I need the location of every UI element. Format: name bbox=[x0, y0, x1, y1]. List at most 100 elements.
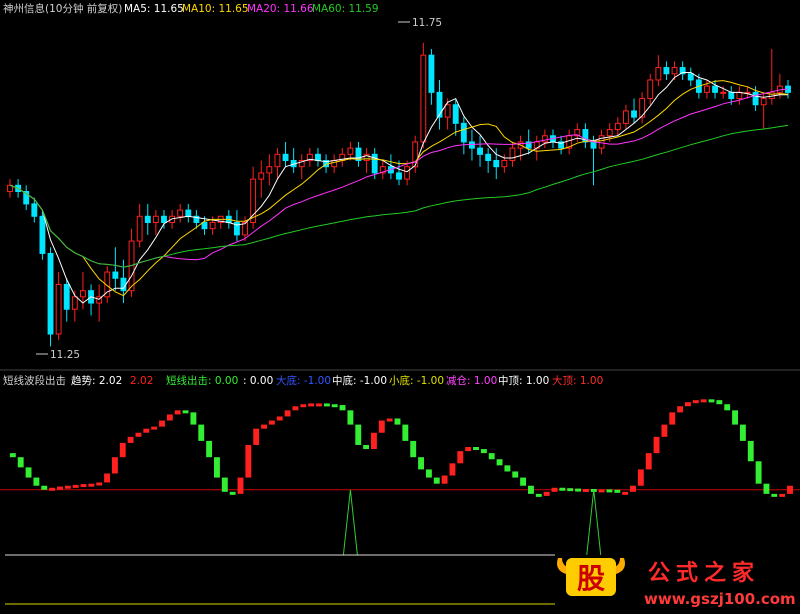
ma10-line bbox=[9, 80, 789, 297]
xiaodi-label: 小底: -1.00 bbox=[389, 374, 444, 387]
signal-bar bbox=[378, 420, 385, 433]
candle bbox=[485, 148, 492, 173]
signal-bar bbox=[49, 487, 56, 491]
candle-body bbox=[655, 67, 662, 81]
signal-bar bbox=[347, 410, 354, 425]
trend-label: 趋势: 2.02 bbox=[71, 374, 122, 387]
signal-bar bbox=[284, 410, 291, 417]
candle bbox=[136, 203, 143, 248]
candle bbox=[598, 129, 605, 155]
high-annotation-label: 11.75 bbox=[412, 17, 442, 29]
candle bbox=[541, 129, 548, 149]
candle bbox=[760, 92, 767, 130]
signal-bar bbox=[394, 418, 401, 425]
trend-value: 2.02 bbox=[130, 375, 153, 387]
signal-bar bbox=[292, 406, 299, 411]
candle bbox=[379, 160, 386, 180]
candle bbox=[736, 86, 743, 105]
signal-bar bbox=[512, 471, 519, 478]
signal-bar bbox=[724, 404, 731, 411]
candle bbox=[436, 79, 443, 130]
signal-bar bbox=[166, 414, 173, 421]
candle bbox=[663, 61, 670, 80]
candle-body bbox=[452, 104, 459, 124]
candle bbox=[47, 247, 54, 347]
signal-bar bbox=[488, 453, 495, 460]
zhongding-label: 中顶: 1.00 bbox=[498, 374, 549, 387]
jiancang-label: 减仓: 1.00 bbox=[446, 374, 497, 387]
bottom-signal-marker bbox=[586, 489, 602, 556]
signal-bar bbox=[9, 453, 16, 458]
signal-bar bbox=[261, 424, 267, 429]
ma5-label: MA5: 11.65 bbox=[124, 3, 184, 15]
candle-body bbox=[712, 85, 718, 93]
candle bbox=[525, 129, 532, 155]
candle-body bbox=[663, 67, 670, 75]
candle-body bbox=[347, 147, 354, 155]
candle bbox=[233, 210, 240, 242]
candle bbox=[331, 154, 338, 173]
signal-bar bbox=[111, 457, 118, 474]
watermark-graphic: 股 公式之家 www.gszj100.com bbox=[557, 558, 796, 608]
candle bbox=[712, 79, 718, 99]
signal-bar bbox=[402, 424, 409, 441]
signal-bar bbox=[253, 428, 260, 445]
candle bbox=[452, 98, 459, 136]
candle bbox=[55, 272, 62, 341]
low-annotation: 11.25 bbox=[36, 349, 80, 361]
signal-bar bbox=[206, 440, 213, 458]
candle-body bbox=[39, 215, 46, 254]
candle bbox=[120, 259, 127, 304]
candle bbox=[622, 104, 629, 130]
candle-body bbox=[501, 160, 508, 168]
signal-bar bbox=[96, 482, 103, 486]
dading-label: 大顶: 1.00 bbox=[552, 374, 603, 387]
candle bbox=[112, 247, 119, 291]
candle-body bbox=[250, 178, 257, 223]
signal-bar bbox=[57, 486, 63, 490]
candle bbox=[647, 73, 654, 105]
signal-bar bbox=[677, 406, 684, 413]
ma20-label: MA20: 11.66 bbox=[247, 3, 314, 15]
signal-bar bbox=[457, 451, 464, 464]
candle-body bbox=[404, 166, 411, 180]
signal-bar bbox=[598, 489, 605, 493]
candle-body bbox=[687, 73, 694, 81]
signal-bar bbox=[214, 457, 220, 478]
candle-body bbox=[412, 141, 419, 168]
candle-body bbox=[477, 147, 483, 155]
signal-bar bbox=[582, 488, 589, 492]
signal-bar bbox=[551, 487, 558, 492]
signal-bar bbox=[661, 424, 668, 437]
signal-bar bbox=[371, 432, 377, 450]
signal-bar bbox=[771, 493, 778, 497]
candle-body bbox=[144, 215, 151, 223]
candle-body bbox=[71, 296, 78, 310]
candle-body bbox=[752, 91, 759, 106]
signal-bar bbox=[143, 428, 150, 433]
signal-bar bbox=[708, 399, 715, 403]
candle bbox=[177, 203, 184, 223]
candle bbox=[7, 179, 13, 198]
signal-bar bbox=[653, 436, 660, 454]
signal-bar bbox=[441, 475, 448, 484]
signal-bar bbox=[433, 477, 440, 484]
signal-bar bbox=[622, 491, 629, 495]
signal-bar bbox=[237, 477, 244, 494]
signal-bar bbox=[182, 410, 189, 414]
signal-bar bbox=[174, 410, 181, 415]
candle-body bbox=[201, 221, 208, 230]
indicator-header: 短线波段出击 趋势: 2.02 2.02 短线出击: 0.00 : 0.00 大… bbox=[3, 374, 603, 387]
signal-bar bbox=[700, 399, 707, 403]
candle-body bbox=[355, 147, 362, 162]
candle-body bbox=[736, 91, 743, 100]
signal-bar bbox=[229, 491, 236, 495]
signal-bar bbox=[339, 405, 346, 411]
candle bbox=[444, 98, 451, 130]
signal-bar bbox=[64, 485, 71, 489]
candle bbox=[590, 135, 597, 186]
signal-bar bbox=[763, 483, 770, 494]
candle bbox=[558, 135, 565, 155]
signal-bar bbox=[276, 416, 283, 421]
watermark-title: 公式之家 bbox=[648, 560, 760, 586]
